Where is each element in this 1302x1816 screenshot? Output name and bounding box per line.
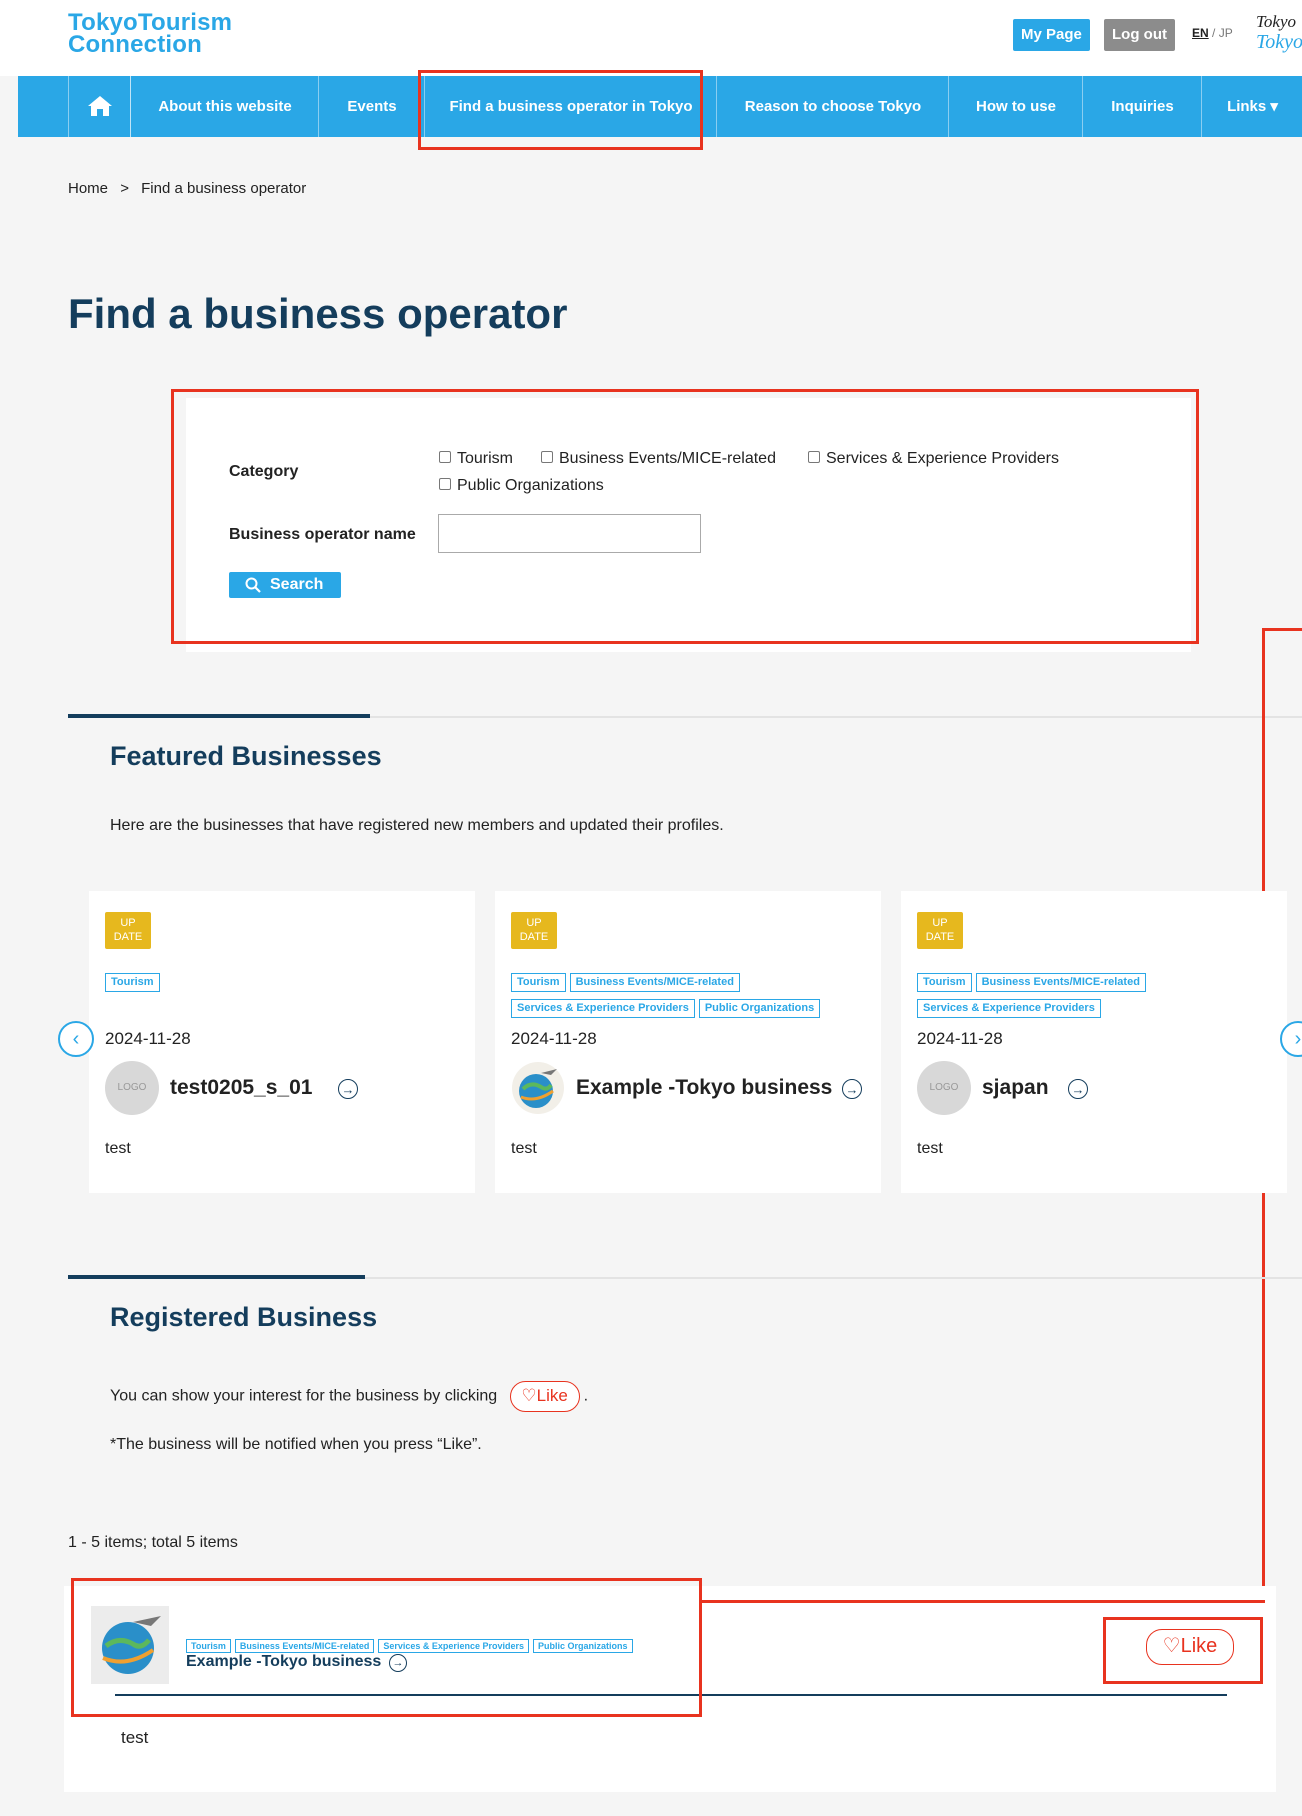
featured-card[interactable]: UP DATE Tourism Business Events/MICE-relat…	[901, 891, 1287, 1193]
language-switcher: EN / JP	[1192, 26, 1233, 40]
category-tag: Tourism	[105, 973, 160, 992]
breadcrumb-home[interactable]: Home	[68, 180, 108, 197]
search-button[interactable]: Search	[229, 572, 341, 598]
category-option-tourism[interactable]: Tourism	[439, 450, 513, 468]
badge-line-2: DATE	[113, 931, 143, 943]
partner-logo-line-2: Tokyo	[1256, 31, 1302, 53]
partner-logo[interactable]: Tokyo Tokyo	[1256, 12, 1302, 56]
featured-card[interactable]: UP DATE Tourism 2024-11-28 LOGO test0205_…	[89, 891, 475, 1193]
category-tag: Tourism	[511, 973, 566, 992]
category-tag: Services & Experience Providers	[917, 999, 1101, 1018]
nav-how-to-use[interactable]: How to use	[948, 76, 1083, 137]
badge-line-1: UP	[120, 917, 136, 929]
arrow-right-icon[interactable]: →	[338, 1079, 358, 1099]
annotation-box-like	[1103, 1617, 1263, 1684]
globe-logo-icon	[511, 1061, 565, 1115]
category-public-label: Public Organizations	[457, 477, 604, 494]
category-option-services[interactable]: Services & Experience Providers	[808, 450, 1059, 468]
category-tag: Business Events/MICE-related	[975, 973, 1146, 992]
card-description: test	[105, 1140, 131, 1157]
featured-card[interactable]: UP DATE Tourism Business Events/MICE-relat…	[495, 891, 881, 1193]
business-name-input[interactable]	[438, 514, 701, 553]
category-tag: Public Organizations	[698, 999, 821, 1018]
featured-description: Here are the businesses that have regist…	[110, 817, 724, 834]
search-button-label: Search	[270, 576, 324, 593]
registered-description: You can show your interest for the busin…	[110, 1381, 588, 1412]
category-option-mice[interactable]: Business Events/MICE-related	[541, 450, 776, 468]
item-description: test	[121, 1728, 149, 1747]
update-badge: UP DATE	[917, 912, 963, 949]
breadcrumb-current: Find a business operator	[141, 180, 307, 197]
card-business-name[interactable]: test0205_s_01	[170, 1076, 312, 1100]
arrow-right-icon[interactable]: →	[1068, 1079, 1088, 1099]
lang-en-link[interactable]: EN	[1192, 26, 1209, 40]
nav-events[interactable]: Events	[318, 76, 425, 137]
section-divider-accent	[68, 1275, 365, 1279]
card-description: test	[511, 1140, 537, 1157]
card-date: 2024-11-28	[105, 1029, 191, 1048]
annotation-box-item	[71, 1578, 702, 1717]
nav-reason-tokyo[interactable]: Reason to choose Tokyo	[716, 76, 949, 137]
annotation-box-nav	[418, 70, 703, 150]
log-out-button[interactable]: Log out	[1104, 19, 1175, 51]
card-business-name[interactable]: sjapan	[982, 1076, 1049, 1100]
card-description: test	[917, 1140, 943, 1157]
registered-title: Registered Business	[110, 1302, 378, 1332]
badge-line-2: DATE	[519, 931, 549, 943]
update-badge: UP DATE	[511, 912, 557, 949]
nav-inquiries[interactable]: Inquiries	[1082, 76, 1202, 137]
category-option-public[interactable]: Public Organizations	[439, 477, 604, 495]
registered-desc-end: .	[583, 1387, 589, 1405]
section-divider-accent	[68, 714, 370, 718]
badge-line-2: DATE	[925, 931, 955, 943]
nav-links[interactable]: Links ▾	[1201, 76, 1302, 137]
page-title: Find a business operator	[68, 290, 568, 337]
lang-separator: /	[1208, 26, 1219, 40]
nav-home[interactable]	[68, 76, 131, 137]
checkbox-tourism[interactable]	[439, 450, 451, 463]
badge-line-1: UP	[932, 917, 948, 929]
card-tags: Tourism Business Events/MICE-related Serv…	[917, 972, 1277, 1024]
category-label: Category	[229, 463, 299, 480]
category-tag: Services & Experience Providers	[511, 999, 695, 1018]
card-tags: Tourism Business Events/MICE-related Serv…	[511, 972, 871, 1024]
breadcrumb-separator: >	[120, 180, 129, 197]
like-example-pill: ♡Like	[509, 1381, 580, 1412]
lang-jp-link[interactable]: JP	[1219, 26, 1233, 40]
category-tourism-label: Tourism	[457, 450, 514, 467]
arrow-right-icon[interactable]: →	[842, 1079, 862, 1099]
card-business-name[interactable]: Example -Tokyo business	[576, 1076, 832, 1100]
featured-title: Featured Businesses	[110, 741, 382, 771]
results-count: 1 - 5 items; total 5 items	[68, 1534, 238, 1551]
card-tags: Tourism	[105, 972, 164, 998]
site-logo[interactable]: TokyoTourism Connection	[68, 11, 232, 58]
annotation-connector-line	[700, 1600, 1265, 1603]
home-icon	[87, 96, 112, 116]
breadcrumb: Home > Find a business operator	[68, 180, 306, 197]
update-badge: UP DATE	[105, 912, 151, 949]
badge-line-1: UP	[526, 917, 542, 929]
avatar: LOGO	[105, 1061, 159, 1115]
checkbox-mice[interactable]	[541, 450, 553, 463]
my-page-button[interactable]: My Page	[1013, 19, 1090, 51]
registered-desc-text: You can show your interest for the busin…	[110, 1387, 498, 1405]
checkbox-public[interactable]	[439, 477, 451, 490]
card-date: 2024-11-28	[917, 1029, 1003, 1048]
checkbox-services[interactable]	[808, 450, 820, 463]
card-date: 2024-11-28	[511, 1029, 597, 1048]
category-tag: Business Events/MICE-related	[569, 973, 740, 992]
category-tag: Tourism	[917, 973, 972, 992]
registered-note: *The business will be notified when you …	[110, 1436, 482, 1453]
category-mice-label: Business Events/MICE-related	[559, 450, 776, 467]
category-services-label: Services & Experience Providers	[826, 450, 1059, 467]
partner-logo-line-1: Tokyo	[1256, 12, 1296, 31]
heart-icon: ♡	[521, 1386, 537, 1405]
logo-line-2: Connection	[68, 31, 202, 58]
avatar: LOGO	[917, 1061, 971, 1115]
nav-about[interactable]: About this website	[130, 76, 319, 137]
search-icon	[245, 577, 261, 593]
carousel-prev-button[interactable]: ‹	[58, 1021, 94, 1057]
business-name-label: Business operator name	[229, 526, 416, 543]
like-example-label: Like	[536, 1386, 568, 1405]
